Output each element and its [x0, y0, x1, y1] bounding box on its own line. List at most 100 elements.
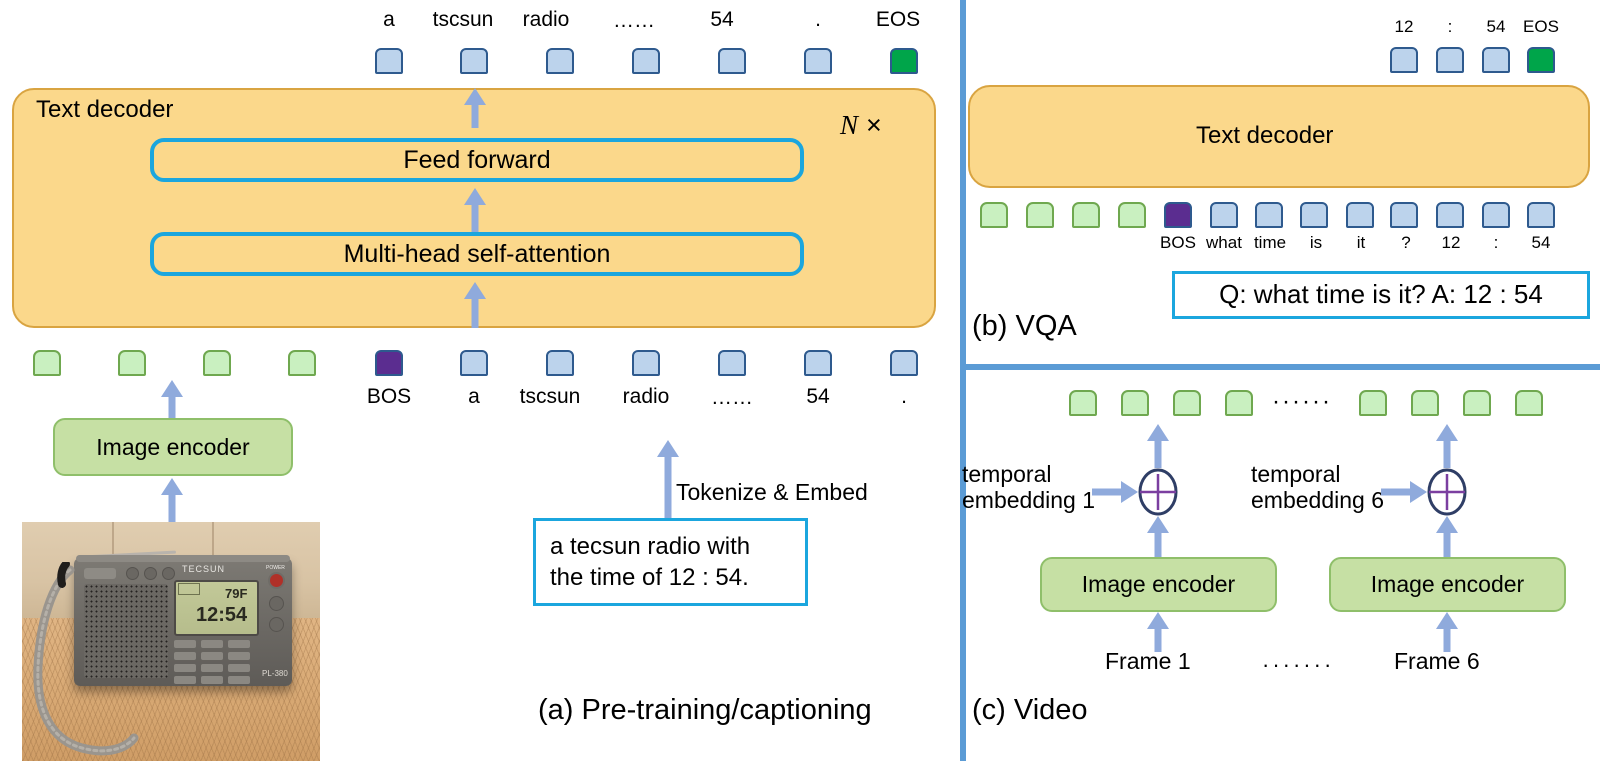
- caption-textbox[interactable]: a tecsun radio with the time of 12 : 54.: [533, 518, 808, 606]
- input-token[interactable]: [890, 350, 918, 376]
- self-attention-layer: Multi-head self-attention: [150, 232, 804, 276]
- arrow-encoder-to-sum-2: [1435, 516, 1459, 558]
- video-token[interactable]: [1225, 390, 1253, 416]
- arrow-frame-to-encoder-1: [1146, 612, 1170, 652]
- vqa-qa-text: Q: what time is it? A: 12 : 54: [1219, 279, 1543, 310]
- panel-divider-horizontal: [963, 364, 1600, 370]
- video-token[interactable]: [1463, 390, 1491, 416]
- arrow-sum-to-tokens-2: [1435, 424, 1459, 468]
- photo-wrist-strap: [33, 562, 139, 756]
- output-token-label: tscsun: [432, 8, 494, 31]
- input-token-label: 54: [806, 385, 830, 408]
- photo-lcd-time: 12:54: [196, 604, 248, 626]
- feed-forward-layer: Feed forward: [150, 138, 804, 182]
- arrow-encoder-to-sum-1: [1146, 516, 1170, 558]
- figure-canvas: a tscsun radio …… 54 . EOS Text decoder …: [0, 0, 1600, 761]
- vqa-output-token[interactable]: [1436, 47, 1464, 73]
- input-token-label: tscsun: [519, 385, 581, 408]
- output-token[interactable]: [460, 48, 488, 74]
- image-encoder-label-2: Image encoder: [1370, 571, 1525, 597]
- image-encoder-label: Image encoder: [96, 433, 250, 460]
- vqa-image-token[interactable]: [980, 202, 1008, 228]
- vqa-input-token[interactable]: [1482, 202, 1510, 228]
- photo-brand-text: TECSUN: [182, 564, 226, 574]
- text-decoder-title-b: Text decoder: [1196, 122, 1334, 149]
- vqa-input-token[interactable]: [1527, 202, 1555, 228]
- vqa-input-token[interactable]: [1346, 202, 1374, 228]
- vqa-output-token[interactable]: [1482, 47, 1510, 73]
- photo-lcd-sub-icon: [178, 583, 200, 595]
- arrow-temporal-to-sum-1: [1092, 480, 1138, 504]
- video-token[interactable]: [1411, 390, 1439, 416]
- output-token-eos[interactable]: [890, 48, 918, 74]
- input-token-label: radio: [622, 385, 670, 408]
- photo-radio-top-edge: [76, 555, 290, 562]
- photo-lcd-temperature: 79F: [225, 586, 248, 601]
- panel-caption-c: (c) Video: [972, 694, 1088, 726]
- output-token[interactable]: [632, 48, 660, 74]
- vqa-input-token[interactable]: [1300, 202, 1328, 228]
- arrow-decoder-output: [463, 88, 487, 128]
- video-token[interactable]: [1069, 390, 1097, 416]
- video-token[interactable]: [1359, 390, 1387, 416]
- output-token[interactable]: [375, 48, 403, 74]
- output-token[interactable]: [718, 48, 746, 74]
- image-encoder-frame-6: Image encoder: [1329, 557, 1566, 612]
- input-token[interactable]: [460, 350, 488, 376]
- temporal-embedding-line-1: temporal: [1251, 461, 1341, 487]
- arrow-encoder-to-tokens: [160, 380, 184, 418]
- vqa-input-token[interactable]: [1390, 202, 1418, 228]
- image-token[interactable]: [203, 350, 231, 376]
- output-token[interactable]: [546, 48, 574, 74]
- vqa-input-token[interactable]: [1210, 202, 1238, 228]
- repeat-count-symbol: N: [840, 110, 859, 140]
- image-token[interactable]: [288, 350, 316, 376]
- output-token-label: a: [383, 8, 395, 31]
- photo-knob: [269, 617, 284, 632]
- caption-line-1: a tecsun radio with: [550, 532, 751, 560]
- video-token[interactable]: [1121, 390, 1149, 416]
- vqa-output-token[interactable]: [1390, 47, 1418, 73]
- output-token-label: EOS: [875, 8, 921, 31]
- vqa-input-token-bos[interactable]: [1164, 202, 1192, 228]
- sum-operator-2: [1427, 468, 1467, 516]
- vqa-output-token-eos[interactable]: [1527, 47, 1555, 73]
- image-encoder-frame-1: Image encoder: [1040, 557, 1277, 612]
- temporal-embedding-label-2: temporal embedding 6: [1251, 461, 1384, 514]
- temporal-embedding-line-2: embedding 6: [1251, 487, 1384, 514]
- output-token[interactable]: [804, 48, 832, 74]
- vqa-input-token[interactable]: [1255, 202, 1283, 228]
- text-decoder-title-a: Text decoder: [36, 96, 174, 123]
- input-token[interactable]: [804, 350, 832, 376]
- photo-power-button: [268, 572, 285, 589]
- input-token[interactable]: [546, 350, 574, 376]
- vqa-image-token[interactable]: [1026, 202, 1054, 228]
- vqa-question-answer-box[interactable]: Q: what time is it? A: 12 : 54: [1172, 271, 1590, 319]
- tokenize-embed-label: Tokenize & Embed: [676, 479, 868, 505]
- image-token[interactable]: [33, 350, 61, 376]
- input-token-bos[interactable]: [375, 350, 403, 376]
- vqa-input-token-label: 54: [1531, 233, 1551, 252]
- vqa-image-token[interactable]: [1118, 202, 1146, 228]
- repeat-times-symbol: ×: [866, 110, 882, 140]
- output-token-label: .: [815, 8, 821, 31]
- video-token[interactable]: [1515, 390, 1543, 416]
- image-encoder-a: Image encoder: [53, 418, 293, 476]
- photo-model-text: PL-380: [262, 669, 288, 678]
- arrow-frame-to-encoder-2: [1435, 612, 1459, 652]
- input-token[interactable]: [632, 350, 660, 376]
- photo-knob: [269, 596, 284, 611]
- video-token[interactable]: [1173, 390, 1201, 416]
- video-token-ellipsis: ······: [1272, 388, 1332, 415]
- caption-line-2: the time of 12 : 54.: [550, 564, 749, 591]
- photo-knob: [162, 567, 175, 580]
- self-attention-label: Multi-head self-attention: [343, 239, 611, 268]
- image-token[interactable]: [118, 350, 146, 376]
- input-token[interactable]: [718, 350, 746, 376]
- sum-operator-1: [1138, 468, 1178, 516]
- vqa-input-token[interactable]: [1436, 202, 1464, 228]
- temporal-embedding-label-1: temporal embedding 1: [962, 461, 1095, 514]
- input-token-label: BOS: [366, 385, 412, 408]
- vqa-image-token[interactable]: [1072, 202, 1100, 228]
- temporal-embedding-line-2: embedding 1: [962, 487, 1095, 514]
